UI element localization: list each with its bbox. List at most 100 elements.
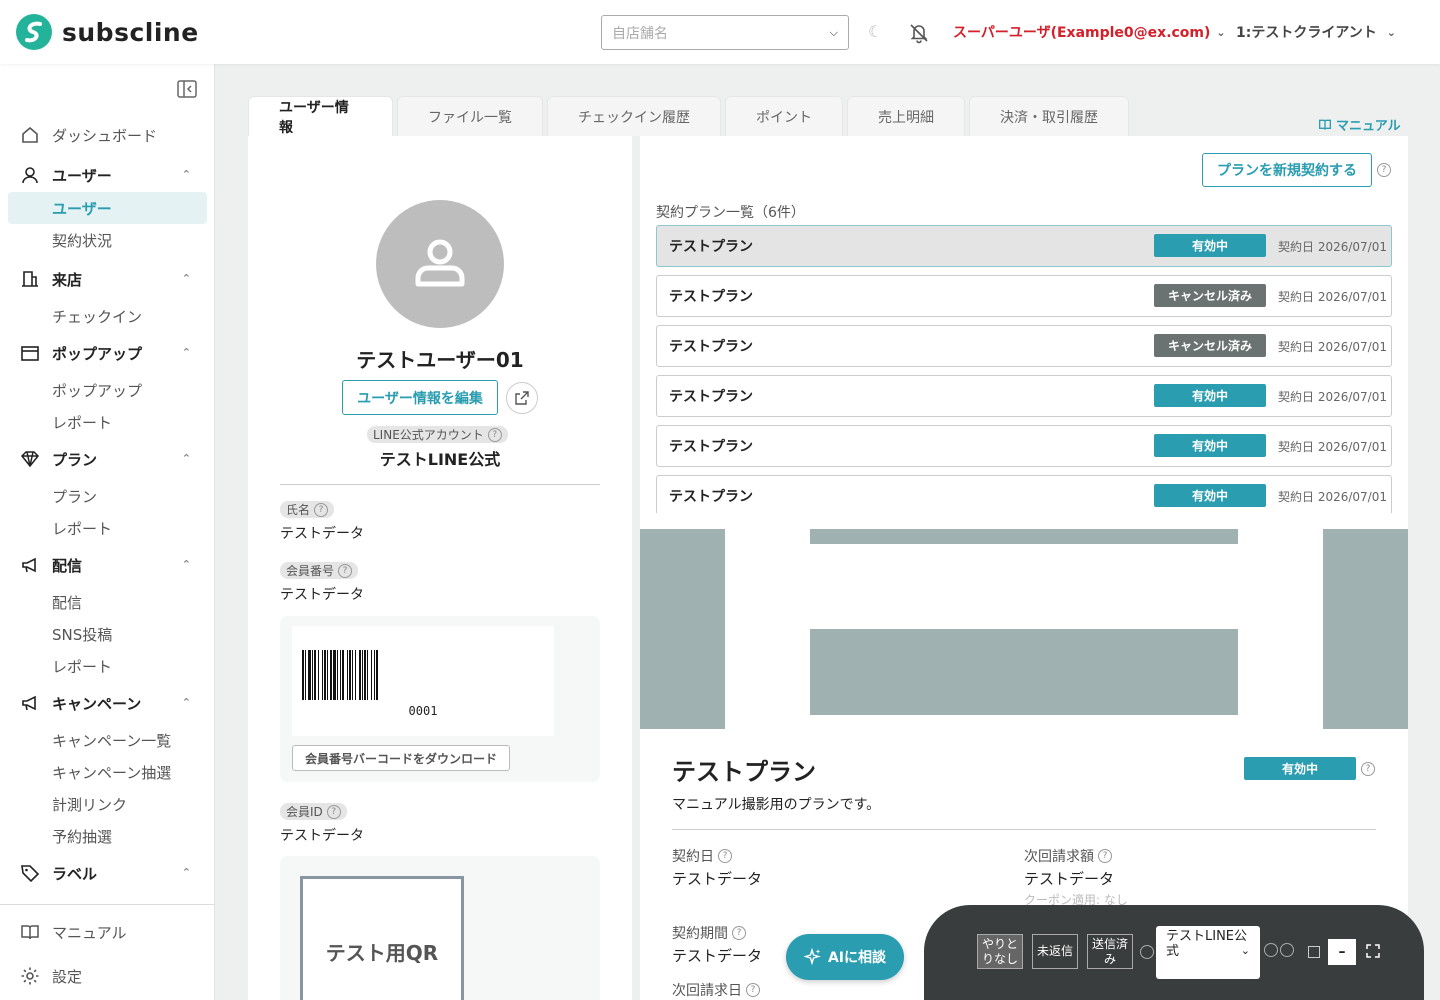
plan-row-date: 契約日 2026/07/01: [1278, 390, 1387, 404]
filter-unreplied[interactable]: 未返信: [1032, 934, 1078, 969]
sidebar-collapse-icon[interactable]: [177, 80, 197, 98]
chevron-up-icon: ⌃: [181, 866, 191, 879]
new-plan-button[interactable]: プランを新規契約する: [1202, 153, 1372, 187]
tab-payments[interactable]: 決済・取引履歴: [969, 96, 1129, 136]
sparkle-icon: [803, 948, 821, 966]
contract-date-label: 契約日 ?: [672, 846, 732, 866]
tab-sales[interactable]: 売上明細: [847, 96, 965, 136]
chat-account-select-value: テストLINE公式: [1166, 929, 1248, 959]
window-icon[interactable]: [1308, 946, 1320, 958]
chevron-down-icon: ⌄: [1386, 25, 1396, 39]
plan-row[interactable]: テストプラン キャンセル済み 契約日 2026/07/01: [656, 275, 1392, 317]
status-badge: 有効中: [1154, 234, 1266, 257]
help-icon[interactable]: [1264, 943, 1278, 957]
sidebar-group-visit[interactable]: 来店 ⌃: [0, 262, 215, 296]
user-menu-label: スーパーユーザ(Example0@ex.com): [953, 25, 1211, 41]
period-label: 契約期間 ?: [672, 923, 746, 943]
sidebar-item-plan-report[interactable]: レポート: [0, 512, 215, 544]
status-badge: 有効中: [1154, 384, 1266, 407]
sidebar-group-label[interactable]: ラベル ⌃: [0, 856, 215, 890]
sidebar-group-plan[interactable]: プラン ⌃: [0, 442, 215, 476]
sidebar-item-manual[interactable]: マニュアル: [0, 917, 215, 947]
help-icon[interactable]: ?: [1377, 163, 1391, 177]
chevron-up-icon: ⌃: [181, 696, 191, 709]
sidebar-group-campaign[interactable]: キャンペーン ⌃: [0, 686, 215, 720]
edit-user-button[interactable]: ユーザー情報を編集: [342, 380, 498, 415]
help-icon[interactable]: ?: [314, 502, 329, 517]
tab-checkin-history[interactable]: チェックイン履歴: [547, 96, 721, 136]
help-icon[interactable]: [1280, 943, 1294, 957]
plan-row-date: 契約日 2026/07/01: [1278, 290, 1387, 304]
sidebar-item-users[interactable]: ユーザー: [8, 192, 207, 224]
sidebar-item-popup-report[interactable]: レポート: [0, 406, 215, 438]
sidebar-item-dashboard[interactable]: ダッシュボード: [0, 120, 215, 150]
user-placeholder-icon: [415, 239, 465, 287]
tab-user-info[interactable]: ユーザー情報: [248, 96, 393, 136]
sidebar-item-contracts[interactable]: 契約状況: [0, 224, 215, 256]
name-value: テストデータ: [280, 526, 364, 542]
minimize-button[interactable]: –: [1328, 939, 1356, 965]
plan-row-name: テストプラン: [669, 489, 753, 505]
sidebar-item-reservation-lottery[interactable]: 予約抽選: [0, 820, 215, 852]
member-id-value: テストデータ: [280, 828, 364, 844]
plan-row[interactable]: テストプラン キャンセル済み 契約日 2026/07/01: [656, 325, 1392, 367]
logo[interactable]: subscline: [16, 14, 199, 50]
contract-date-value: テストデータ: [672, 870, 763, 888]
qr-section: テスト用QR: [280, 856, 600, 1000]
sidebar-item-popup[interactable]: ポップアップ: [0, 374, 215, 406]
sidebar-item-plan[interactable]: プラン: [0, 480, 215, 512]
moon-icon[interactable]: ☾: [868, 22, 882, 41]
plan-row-date: 契約日 2026/07/01: [1278, 240, 1387, 254]
plan-image-block: [810, 629, 1238, 715]
plan-panel: プランを新規契約する ? 契約プラン一覧（6件） テストプラン 有効中 契約日 20…: [640, 136, 1408, 1000]
help-icon[interactable]: ?: [746, 983, 760, 997]
name-label: 氏名 ?: [280, 501, 335, 518]
plan-row[interactable]: テストプラン 有効中 契約日 2026/07/01: [656, 475, 1392, 513]
user-menu[interactable]: スーパーユーザ(Example0@ex.com) ⌄: [953, 22, 1226, 42]
manual-link[interactable]: マニュアル: [1318, 115, 1401, 134]
bell-off-icon[interactable]: [908, 22, 930, 44]
sidebar-group-delivery[interactable]: 配信 ⌃: [0, 548, 215, 582]
plan-row-name: テストプラン: [669, 289, 753, 305]
sidebar-item-settings[interactable]: 設定: [0, 961, 215, 991]
expand-icon[interactable]: [1366, 944, 1380, 958]
store-select[interactable]: 自店舗名 ⌵: [601, 15, 849, 50]
help-icon[interactable]: ?: [1098, 849, 1112, 863]
open-external-button[interactable]: [506, 382, 538, 414]
sidebar-group-popup[interactable]: ポップアップ ⌃: [0, 336, 215, 370]
help-icon[interactable]: ?: [718, 849, 732, 863]
plan-row[interactable]: テストプラン 有効中 契約日 2026/07/01: [656, 225, 1392, 267]
help-icon[interactable]: ?: [338, 563, 353, 578]
help-icon[interactable]: ?: [326, 804, 341, 819]
sidebar-item-checkin[interactable]: チェックイン: [0, 300, 215, 332]
sidebar-item-delivery-report[interactable]: レポート: [0, 650, 215, 682]
window-icon: [21, 346, 39, 361]
sidebar-item-campaign-list[interactable]: キャンペーン一覧: [0, 724, 215, 756]
tab-files[interactable]: ファイル一覧: [397, 96, 543, 136]
sidebar-group-label-text: ラベル: [52, 864, 98, 883]
sidebar-item-campaign-lottery[interactable]: キャンペーン抽選: [0, 756, 215, 788]
help-icon[interactable]: ?: [1361, 762, 1375, 776]
next-date-label: 次回請求日 ?: [672, 980, 760, 1000]
profile-panel: テストユーザー01 ユーザー情報を編集 LINE公式アカウント ? テストLIN…: [248, 136, 632, 1000]
help-icon[interactable]: ?: [487, 427, 502, 442]
client-menu[interactable]: 1:テストクライアント ⌄: [1236, 22, 1396, 42]
barcode-card: 0001: [292, 626, 554, 736]
tab-points[interactable]: ポイント: [725, 96, 843, 136]
sidebar-group-user[interactable]: ユーザー ⌃: [0, 158, 215, 192]
sidebar-item-tracking-link[interactable]: 計測リンク: [0, 788, 215, 820]
ai-consult-button[interactable]: AIに相談: [786, 934, 904, 980]
member-id-label-text: 会員ID: [286, 805, 323, 819]
help-icon[interactable]: ?: [732, 926, 746, 940]
sidebar-item-delivery[interactable]: 配信: [0, 586, 215, 618]
chat-account-select[interactable]: テストLINE公式 ⌄: [1156, 926, 1260, 979]
plan-row[interactable]: テストプラン 有効中 契約日 2026/07/01: [656, 375, 1392, 417]
sidebar-item-sns-post[interactable]: SNS投稿: [0, 618, 215, 650]
filter-no-interaction[interactable]: やりとりなし: [977, 934, 1023, 969]
filter-sent[interactable]: 送信済み: [1087, 934, 1133, 969]
period-label-text: 契約期間: [672, 926, 728, 942]
plan-row[interactable]: テストプラン 有効中 契約日 2026/07/01: [656, 425, 1392, 467]
help-icon[interactable]: [1140, 945, 1154, 959]
gear-icon: [21, 967, 39, 985]
download-barcode-button[interactable]: 会員番号バーコードをダウンロード: [292, 745, 510, 771]
